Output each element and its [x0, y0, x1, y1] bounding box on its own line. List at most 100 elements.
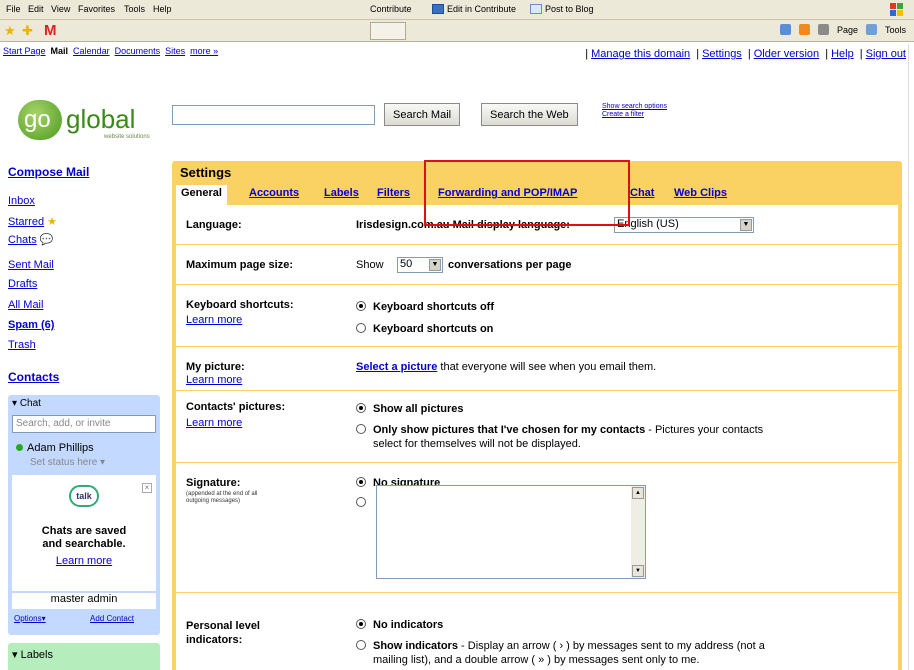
chat-learn-more-link[interactable]: Learn more [12, 555, 156, 567]
window-edge [908, 44, 914, 670]
radio-show-all-pictures[interactable] [356, 403, 366, 413]
show-indicators-option[interactable]: Show indicators - Display an arrow ( › )… [356, 639, 886, 667]
search-input[interactable] [172, 105, 375, 125]
radio-show-indicators[interactable] [356, 640, 366, 650]
tab-labels[interactable]: Labels [324, 187, 359, 199]
older-version-link[interactable]: Older version [754, 48, 819, 60]
start-page-link[interactable]: Start Page [3, 46, 46, 56]
labels-header[interactable]: ▾ Labels [12, 648, 53, 661]
print-icon[interactable] [817, 24, 829, 35]
contribute-button[interactable]: Contribute [370, 4, 412, 14]
menu-file[interactable]: File [6, 4, 21, 14]
compose-mail-link[interactable]: Compose Mail [8, 165, 89, 179]
chat-header[interactable]: ▾ Chat [12, 398, 41, 409]
browser-menu-bar: File Edit View Favorites Tools Help Cont… [0, 0, 914, 20]
tab-filters[interactable]: Filters [377, 187, 410, 199]
radio-custom-signature[interactable] [356, 497, 366, 507]
radio-no-indicators[interactable] [356, 619, 366, 629]
scroll-up-icon[interactable]: ▲ [632, 487, 644, 499]
page-size-label: Maximum page size: [186, 259, 293, 271]
setting-indicators: Personal level indicators: No indicators … [176, 593, 898, 670]
keyboard-learn-more-link[interactable]: Learn more [186, 314, 242, 326]
menu-help[interactable]: Help [153, 4, 172, 14]
menu-tools[interactable]: Tools [124, 4, 145, 14]
contacts-pictures-learn-more-link[interactable]: Learn more [186, 417, 242, 429]
scroll-down-icon[interactable]: ▼ [632, 565, 644, 577]
chosen-pictures-option[interactable]: Only show pictures that I've chosen for … [356, 423, 886, 451]
custom-signature-option[interactable] [356, 497, 373, 509]
favorites-star-icon[interactable]: ★ [4, 23, 16, 39]
menu-edit[interactable]: Edit [28, 4, 44, 14]
select-picture-link[interactable]: Select a picture [356, 361, 437, 373]
keyboard-label: Keyboard shortcuts: [186, 299, 294, 311]
calendar-link[interactable]: Calendar [73, 46, 110, 56]
radio-no-signature[interactable] [356, 477, 366, 487]
add-favorites-icon[interactable]: ✚ [22, 23, 33, 39]
page-size-select[interactable]: 50 ▼ [397, 257, 443, 273]
tab-general[interactable]: General [176, 185, 227, 205]
sites-link[interactable]: Sites [165, 46, 185, 56]
chat-search-input[interactable]: Search, add, or invite [12, 415, 156, 433]
search-mail-button[interactable]: Search Mail [384, 103, 461, 126]
no-indicators-option[interactable]: No indicators [356, 619, 443, 631]
chat-status[interactable]: Set status here ▾ [30, 457, 105, 468]
tab-accounts[interactable]: Accounts [249, 187, 299, 199]
mail-link: Mail [50, 46, 69, 56]
documents-link[interactable]: Documents [115, 46, 161, 56]
chat-bubble-icon: 💬 [39, 234, 54, 246]
keyboard-off-option[interactable]: Keyboard shortcuts off [356, 301, 494, 313]
chat-panel: ▾ Chat Search, add, or invite Adam Phill… [8, 395, 160, 635]
radio-keyboard-on[interactable] [356, 323, 366, 333]
nav-drafts[interactable]: Drafts [8, 278, 37, 290]
tools-menu[interactable]: Tools [885, 25, 906, 35]
add-contact-link[interactable]: Add Contact [90, 614, 134, 623]
sign-out-link[interactable]: Sign out [866, 48, 906, 60]
tab-chat[interactable]: Chat [630, 187, 654, 199]
page-menu[interactable]: Page [837, 25, 858, 35]
nav-trash[interactable]: Trash [8, 339, 36, 351]
search-web-button[interactable]: Search the Web [481, 103, 578, 126]
new-tab-button[interactable] [370, 22, 406, 40]
gmail-tab-icon[interactable]: M [44, 22, 57, 39]
chat-options-link[interactable]: Options▾ [14, 614, 46, 623]
menu-favorites[interactable]: Favorites [78, 4, 115, 14]
settings-content: Language: Irisdesign.com.au Mail display… [176, 205, 898, 670]
picture-learn-more-link[interactable]: Learn more [186, 374, 242, 386]
settings-link[interactable]: Settings [702, 48, 742, 60]
nav-contacts[interactable]: Contacts [8, 370, 59, 384]
radio-chosen-pictures[interactable] [356, 424, 366, 434]
signature-note: (appended at the end of all outgoing mess… [186, 491, 258, 504]
nav-inbox[interactable]: Inbox [8, 195, 35, 207]
post-to-blog-button[interactable]: Post to Blog [530, 4, 594, 14]
nav-starred[interactable]: Starred ★ [8, 215, 57, 228]
radio-keyboard-off[interactable] [356, 301, 366, 311]
contribute-icon [432, 4, 444, 14]
nav-chats[interactable]: Chats 💬 [8, 233, 54, 246]
search-options: Show search options Create a filter [602, 103, 667, 119]
nav-spam[interactable]: Spam (6) [8, 319, 54, 331]
menu-view[interactable]: View [51, 4, 70, 14]
chat-user[interactable]: Adam Phillips [16, 442, 94, 454]
help-link[interactable]: Help [831, 48, 854, 60]
language-select[interactable]: English (US) ▼ [614, 217, 754, 233]
keyboard-on-option[interactable]: Keyboard shortcuts on [356, 323, 493, 335]
tab-web-clips[interactable]: Web Clips [674, 187, 727, 199]
create-filter-link[interactable]: Create a filter [602, 111, 667, 119]
language-label: Language: [186, 219, 242, 231]
manage-domain-link[interactable]: Manage this domain [591, 48, 690, 60]
setting-page-size: Maximum page size: Show 50 ▼ conversation… [176, 245, 898, 285]
close-icon[interactable]: × [142, 483, 152, 493]
nav-sent-mail[interactable]: Sent Mail [8, 259, 54, 271]
setting-my-picture: My picture: Learn more Select a picture … [176, 347, 898, 391]
nav-all-mail[interactable]: All Mail [8, 299, 43, 311]
highlight-box [424, 160, 630, 226]
home-icon[interactable] [779, 24, 791, 35]
show-all-pictures-option[interactable]: Show all pictures [356, 403, 463, 415]
feeds-icon[interactable] [798, 24, 810, 35]
edit-in-contribute-button[interactable]: Edit in Contribute [432, 4, 516, 14]
picture-label: My picture: [186, 361, 245, 373]
more-link[interactable]: more » [190, 46, 218, 56]
show-search-options-link[interactable]: Show search options [602, 103, 667, 111]
signature-textarea[interactable]: ▲ ▼ [376, 485, 646, 579]
chat-admin-user[interactable]: master admin [12, 593, 156, 609]
